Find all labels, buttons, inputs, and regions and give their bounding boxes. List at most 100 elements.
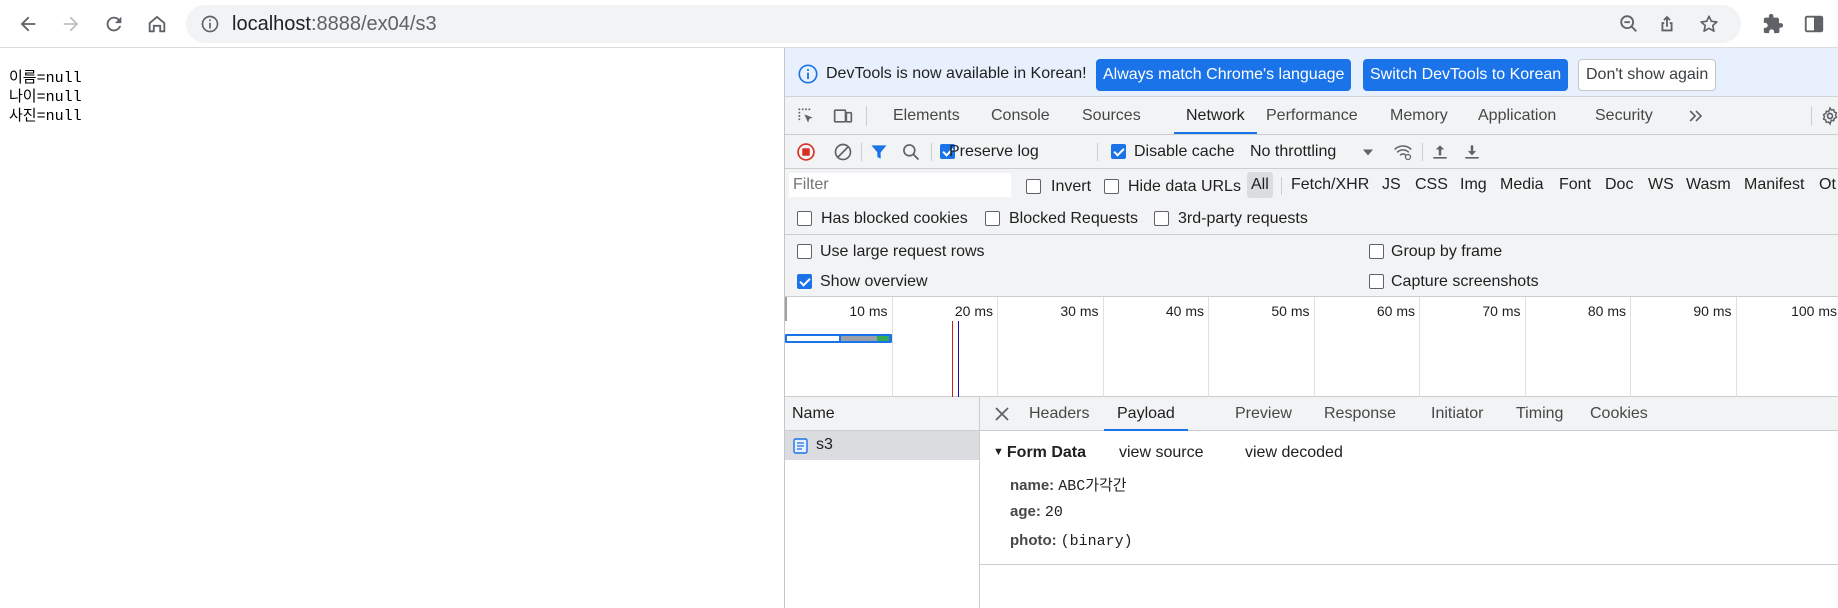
- inspect-element-icon[interactable]: [795, 106, 817, 126]
- third-party-label[interactable]: 3rd-party requests: [1178, 210, 1308, 228]
- view-decoded-link[interactable]: view decoded: [1245, 444, 1343, 462]
- invert-label[interactable]: Invert: [1051, 178, 1091, 196]
- reload-button[interactable]: [98, 8, 130, 40]
- disable-cache-checkbox[interactable]: [1111, 144, 1126, 159]
- record-stop-icon[interactable]: [796, 142, 816, 162]
- side-panel-button[interactable]: [1798, 8, 1830, 40]
- third-party-checkbox[interactable]: [1154, 211, 1169, 226]
- type-filter-other[interactable]: Ot: [1815, 172, 1838, 198]
- dont-show-again-button[interactable]: Don't show again: [1578, 59, 1717, 91]
- zoom-icon[interactable]: [1618, 13, 1640, 35]
- capture-screenshots-checkbox[interactable]: [1369, 274, 1384, 289]
- tab-performance[interactable]: Performance: [1266, 97, 1358, 134]
- home-button[interactable]: [141, 8, 173, 40]
- dom-content-loaded-marker: [951, 321, 953, 397]
- type-filter-fetch-xhr[interactable]: Fetch/XHR: [1287, 172, 1373, 198]
- detail-tabbar: Headers Payload Preview Response Initiat…: [980, 397, 1838, 431]
- tab-elements[interactable]: Elements: [893, 97, 960, 134]
- name-column-header[interactable]: Name: [785, 397, 979, 431]
- overview-gridline: [891, 297, 893, 397]
- form-field-name: name: ABC가각간: [1010, 474, 1127, 495]
- switch-to-korean-button[interactable]: Switch DevTools to Korean: [1363, 59, 1569, 91]
- has-blocked-cookies-label[interactable]: Has blocked cookies: [821, 210, 968, 228]
- type-filter-media[interactable]: Media: [1496, 172, 1548, 198]
- large-rows-checkbox[interactable]: [797, 244, 812, 259]
- disable-cache-label[interactable]: Disable cache: [1134, 143, 1235, 161]
- settings-gear-icon[interactable]: [1819, 106, 1838, 126]
- omnibox[interactable]: localhost:8888/ex04/s3: [186, 5, 1741, 43]
- back-button[interactable]: [12, 8, 44, 40]
- tab-console[interactable]: Console: [991, 97, 1050, 134]
- group-by-frame-label[interactable]: Group by frame: [1391, 243, 1502, 261]
- url-text[interactable]: localhost:8888/ex04/s3: [232, 14, 437, 34]
- overview-gridline: [1102, 297, 1104, 397]
- tab-response[interactable]: Response: [1324, 397, 1396, 431]
- capture-screenshots-label[interactable]: Capture screenshots: [1391, 273, 1539, 291]
- close-icon[interactable]: [994, 406, 1010, 422]
- tab-application[interactable]: Application: [1478, 97, 1556, 134]
- show-overview-checkbox[interactable]: [797, 274, 812, 289]
- tab-cookies[interactable]: Cookies: [1590, 397, 1648, 431]
- filter-input[interactable]: [789, 173, 1011, 197]
- hide-data-urls-label[interactable]: Hide data URLs: [1128, 178, 1241, 196]
- tab-headers[interactable]: Headers: [1029, 397, 1089, 431]
- filter-funnel-icon[interactable]: [869, 142, 889, 162]
- export-har-icon[interactable]: [1462, 142, 1482, 162]
- type-filter-doc[interactable]: Doc: [1601, 172, 1637, 198]
- show-overview-label[interactable]: Show overview: [820, 273, 928, 291]
- tab-sources[interactable]: Sources: [1082, 97, 1141, 134]
- form-value: ABC가각간: [1058, 478, 1127, 495]
- network-conditions-icon[interactable]: [1393, 142, 1413, 162]
- import-har-icon[interactable]: [1430, 142, 1450, 162]
- blocked-requests-label[interactable]: Blocked Requests: [1009, 210, 1138, 228]
- type-filter-css[interactable]: CSS: [1411, 172, 1452, 198]
- tab-payload[interactable]: Payload: [1104, 397, 1188, 431]
- has-blocked-cookies-checkbox[interactable]: [797, 211, 812, 226]
- browser-toolbar: localhost:8888/ex04/s3: [0, 0, 1838, 48]
- tab-network[interactable]: Network: [1174, 97, 1257, 134]
- type-filter-js[interactable]: JS: [1378, 172, 1405, 198]
- search-icon[interactable]: [901, 142, 921, 162]
- form-key: photo:: [1010, 532, 1057, 549]
- preserve-log-label[interactable]: Preserve log: [949, 143, 1039, 161]
- request-row[interactable]: s3: [785, 431, 979, 460]
- form-key: age:: [1010, 503, 1041, 520]
- device-toolbar-icon[interactable]: [832, 106, 854, 126]
- tab-security[interactable]: Security: [1595, 97, 1653, 134]
- overview-tick-label: 60 ms: [1376, 303, 1415, 319]
- home-icon: [148, 15, 166, 33]
- form-data-section-toggle[interactable]: ▼ Form Data: [993, 444, 1086, 462]
- forward-button[interactable]: [55, 8, 87, 40]
- tab-initiator[interactable]: Initiator: [1431, 397, 1483, 431]
- type-filter-manifest[interactable]: Manifest: [1740, 172, 1808, 198]
- tab-preview[interactable]: Preview: [1235, 397, 1292, 431]
- group-by-frame-checkbox[interactable]: [1369, 244, 1384, 259]
- blocked-requests-checkbox[interactable]: [985, 211, 1000, 226]
- type-filter-all[interactable]: All: [1247, 172, 1273, 198]
- type-filter-wasm[interactable]: Wasm: [1682, 172, 1735, 198]
- hide-data-urls-checkbox[interactable]: [1104, 179, 1119, 194]
- type-filter-ws[interactable]: WS: [1644, 172, 1678, 198]
- invert-checkbox[interactable]: [1026, 179, 1041, 194]
- share-icon[interactable]: [1656, 13, 1678, 35]
- extensions-button[interactable]: [1757, 8, 1789, 40]
- more-tabs-icon[interactable]: [1685, 106, 1707, 126]
- bookmark-star-icon[interactable]: [1698, 13, 1720, 35]
- large-rows-label[interactable]: Use large request rows: [820, 243, 985, 261]
- type-filter-font[interactable]: Font: [1555, 172, 1595, 198]
- network-settings: Use large request rows Group by frame Sh…: [785, 235, 1838, 297]
- devtools-tabbar: Elements Console Sources Network Perform…: [785, 97, 1838, 135]
- language-infobar: DevTools is now available in Korean! Alw…: [785, 48, 1838, 97]
- tab-memory[interactable]: Memory: [1390, 97, 1448, 134]
- view-source-link[interactable]: view source: [1119, 444, 1203, 462]
- throttling-select[interactable]: No throttling: [1250, 143, 1336, 161]
- site-info-icon[interactable]: [200, 14, 220, 34]
- chevron-down-icon[interactable]: [1358, 142, 1378, 162]
- overview-waiting-segment: [787, 336, 839, 341]
- overview-tick-label: 40 ms: [1165, 303, 1204, 319]
- type-filter-img[interactable]: Img: [1456, 172, 1491, 198]
- network-overview[interactable]: 10 ms 20 ms 30 ms 40 ms 50 ms 60 ms 70 ms 80 ms…: [785, 297, 1838, 397]
- match-language-button[interactable]: Always match Chrome's language: [1096, 59, 1352, 91]
- clear-icon[interactable]: [833, 142, 853, 162]
- tab-timing[interactable]: Timing: [1516, 397, 1563, 431]
